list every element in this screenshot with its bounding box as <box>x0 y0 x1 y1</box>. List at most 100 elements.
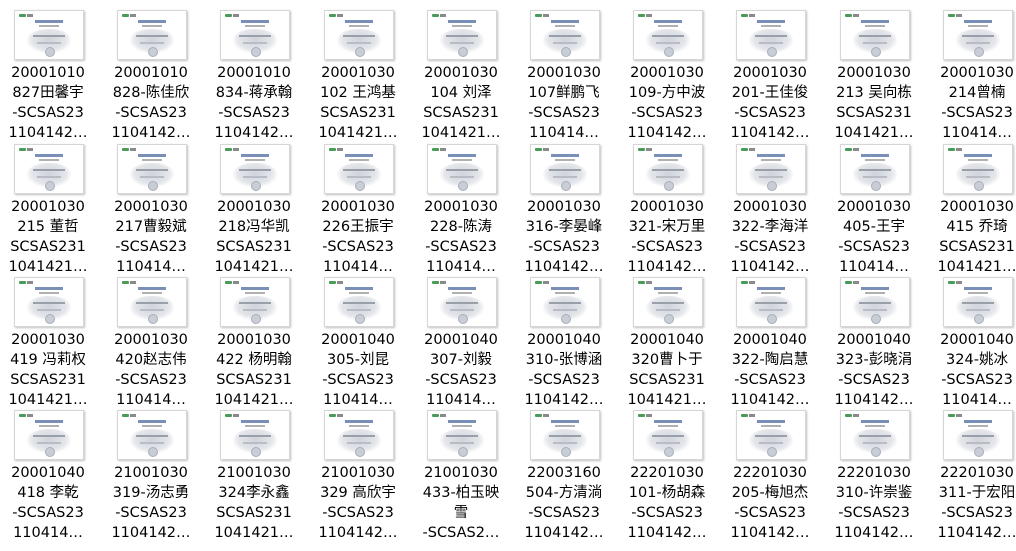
certificate-thumbnail[interactable] <box>427 144 497 194</box>
file-item[interactable]: 20001030 104 刘泽 SCSAS231 1041421… <box>413 0 509 141</box>
file-item[interactable]: 20001030 215 董哲 SCSAS231 1041421… <box>0 134 96 275</box>
file-item[interactable]: 20001030 420赵志伟 -SCSAS23 110414… <box>103 267 199 408</box>
file-name-label: 20001030 419 冯莉权 SCSAS231 1041421… <box>8 332 88 408</box>
file-name-label: 20001030 102 王鸿基 SCSAS231 1041421… <box>318 65 398 141</box>
file-item[interactable]: 20001030 419 冯莉权 SCSAS231 1041421… <box>0 267 96 408</box>
file-name-label: 20001040 324-姚冰 -SCSAS23 110414… <box>940 332 1014 408</box>
file-name-label: 20001040 323-彭晓涓 -SCSAS23 1104142… <box>834 332 914 408</box>
file-item[interactable]: 20001030 201-王佳俊 -SCSAS23 1104142… <box>722 0 818 141</box>
file-item[interactable]: 22201030 205-梅旭杰 -SCSAS23 1104142… <box>722 400 818 541</box>
certificate-thumbnail[interactable] <box>427 10 497 60</box>
certificate-thumbnail[interactable] <box>220 277 290 327</box>
file-name-label: 21001030 329 高欣宇 -SCSAS23 1104142… <box>318 465 398 541</box>
file-item[interactable]: 20001010 828-陈佳欣 -SCSAS23 1104142… <box>103 0 199 141</box>
file-item[interactable]: 21001030 329 高欣宇 -SCSAS23 1104142… <box>310 400 406 541</box>
file-item[interactable]: 22003160 504-方清淌 -SCSAS23 1104142… <box>516 400 612 541</box>
file-item[interactable]: 20001030 228-陈涛 -SCSAS23 110414… <box>413 134 509 275</box>
certificate-thumbnail[interactable] <box>736 410 806 460</box>
certificate-thumbnail[interactable] <box>943 277 1013 327</box>
certificate-thumbnail[interactable] <box>943 10 1013 60</box>
file-name-label: 20001010 828-陈佳欣 -SCSAS23 1104142… <box>111 65 191 141</box>
file-name-label: 20001040 307-刘毅 -SCSAS23 110414… <box>424 332 498 408</box>
file-item[interactable]: 20001030 109-方中波 -SCSAS23 1104142… <box>619 0 715 141</box>
file-item[interactable]: 20001030 322-李海洋 -SCSAS23 1104142… <box>722 134 818 275</box>
certificate-thumbnail[interactable] <box>633 144 703 194</box>
file-item[interactable]: 20001040 418 李乾 -SCSAS23 110414… <box>0 400 96 541</box>
certificate-thumbnail[interactable] <box>220 10 290 60</box>
file-item[interactable]: 20001040 320曹卜于 SCSAS231 1041421… <box>619 267 715 408</box>
file-item[interactable]: 20001040 323-彭晓涓 -SCSAS23 1104142… <box>826 267 922 408</box>
file-item[interactable]: 20001010 827田馨宇 -SCSAS23 1104142… <box>0 0 96 141</box>
certificate-thumbnail[interactable] <box>220 144 290 194</box>
file-name-label: 21001030 324李永鑫 SCSAS231 1041421… <box>214 465 294 541</box>
certificate-thumbnail[interactable] <box>14 277 84 327</box>
certificate-thumbnail[interactable] <box>736 144 806 194</box>
certificate-thumbnail[interactable] <box>324 10 394 60</box>
file-name-label: 20001040 305-刘昆 -SCSAS23 110414… <box>321 332 395 408</box>
file-item[interactable]: 20001040 324-姚冰 -SCSAS23 110414… <box>929 267 1016 408</box>
file-item[interactable]: 20001030 415 乔琦 SCSAS231 1041421… <box>929 134 1016 275</box>
file-item[interactable]: 20001030 218冯华凯 SCSAS231 1041421… <box>206 134 302 275</box>
file-item[interactable]: 20001030 217曹毅斌 -SCSAS23 110414… <box>103 134 199 275</box>
file-item[interactable]: 21001030 433-柏玉映 雪 -SCSAS2… <box>413 400 509 541</box>
file-item[interactable]: 20001040 307-刘毅 -SCSAS23 110414… <box>413 267 509 408</box>
file-item[interactable]: 20001030 316-李晏峰 -SCSAS23 1104142… <box>516 134 612 275</box>
certificate-thumbnail[interactable] <box>633 277 703 327</box>
file-name-label: 22003160 504-方清淌 -SCSAS23 1104142… <box>524 465 604 541</box>
certificate-thumbnail[interactable] <box>633 10 703 60</box>
certificate-thumbnail[interactable] <box>427 410 497 460</box>
certificate-thumbnail[interactable] <box>14 10 84 60</box>
certificate-thumbnail[interactable] <box>427 277 497 327</box>
file-name-label: 20001030 415 乔琦 SCSAS231 1041421… <box>937 199 1016 275</box>
certificate-thumbnail[interactable] <box>530 410 600 460</box>
file-item[interactable]: 20001040 310-张博涵 -SCSAS23 1104142… <box>516 267 612 408</box>
file-item[interactable]: 20001030 321-宋万里 -SCSAS23 1104142… <box>619 134 715 275</box>
file-item[interactable]: 20001030 102 王鸿基 SCSAS231 1041421… <box>310 0 406 141</box>
file-name-label: 20001030 109-方中波 -SCSAS23 1104142… <box>627 65 707 141</box>
file-item[interactable]: 20001030 214曾楠 -SCSAS23 110414… <box>929 0 1016 141</box>
certificate-thumbnail[interactable] <box>840 410 910 460</box>
file-name-label: 20001030 218冯华凯 SCSAS231 1041421… <box>214 199 294 275</box>
certificate-thumbnail[interactable] <box>530 277 600 327</box>
file-name-label: 20001040 418 李乾 -SCSAS23 110414… <box>11 465 85 541</box>
file-name-label: 22201030 310-许崇鉴 -SCSAS23 1104142… <box>834 465 914 541</box>
certificate-thumbnail[interactable] <box>324 410 394 460</box>
certificate-thumbnail[interactable] <box>117 410 187 460</box>
certificate-thumbnail[interactable] <box>840 144 910 194</box>
file-item[interactable]: 20001030 107鲜鹏飞 -SCSAS23 110414… <box>516 0 612 141</box>
file-name-label: 20001010 827田馨宇 -SCSAS23 1104142… <box>8 65 88 141</box>
file-name-label: 22201030 101-杨胡森 -SCSAS23 1104142… <box>627 465 707 541</box>
file-item[interactable]: 20001040 305-刘昆 -SCSAS23 110414… <box>310 267 406 408</box>
file-item[interactable]: 22201030 311-于宏阳 -SCSAS23 1104142… <box>929 400 1016 541</box>
file-item[interactable]: 20001030 422 杨明翰 SCSAS231 1041421… <box>206 267 302 408</box>
certificate-thumbnail[interactable] <box>117 277 187 327</box>
certificate-thumbnail[interactable] <box>633 410 703 460</box>
file-item[interactable]: 20001030 213 吴向栋 SCSAS231 1041421… <box>826 0 922 141</box>
certificate-thumbnail[interactable] <box>530 144 600 194</box>
file-item[interactable]: 21001030 319-汤志勇 -SCSAS23 1104142… <box>103 400 199 541</box>
certificate-thumbnail[interactable] <box>840 277 910 327</box>
certificate-thumbnail[interactable] <box>943 144 1013 194</box>
file-item[interactable]: 21001030 324李永鑫 SCSAS231 1041421… <box>206 400 302 541</box>
file-name-label: 20001030 107鲜鹏飞 -SCSAS23 110414… <box>527 65 601 141</box>
file-item[interactable]: 20001010 834-蒋承翰 -SCSAS23 1104142… <box>206 0 302 141</box>
file-item[interactable]: 20001030 226王振宇 -SCSAS23 110414… <box>310 134 406 275</box>
file-item[interactable]: 20001030 405-王宇 -SCSAS23 110414… <box>826 134 922 275</box>
file-item[interactable]: 22201030 310-许崇鉴 -SCSAS23 1104142… <box>826 400 922 541</box>
file-item[interactable]: 20001040 322-陶启慧 -SCSAS23 1104142… <box>722 267 818 408</box>
certificate-thumbnail[interactable] <box>736 10 806 60</box>
file-item[interactable]: 22201030 101-杨胡森 -SCSAS23 1104142… <box>619 400 715 541</box>
file-name-label: 20001030 405-王宇 -SCSAS23 110414… <box>837 199 911 275</box>
certificate-thumbnail[interactable] <box>324 144 394 194</box>
certificate-thumbnail[interactable] <box>530 10 600 60</box>
certificate-thumbnail[interactable] <box>324 277 394 327</box>
certificate-thumbnail[interactable] <box>736 277 806 327</box>
file-name-label: 20001030 228-陈涛 -SCSAS23 110414… <box>424 199 498 275</box>
certificate-thumbnail[interactable] <box>943 410 1013 460</box>
certificate-thumbnail[interactable] <box>14 410 84 460</box>
certificate-thumbnail[interactable] <box>117 144 187 194</box>
certificate-thumbnail[interactable] <box>14 144 84 194</box>
certificate-thumbnail[interactable] <box>840 10 910 60</box>
certificate-thumbnail[interactable] <box>220 410 290 460</box>
certificate-thumbnail[interactable] <box>117 10 187 60</box>
